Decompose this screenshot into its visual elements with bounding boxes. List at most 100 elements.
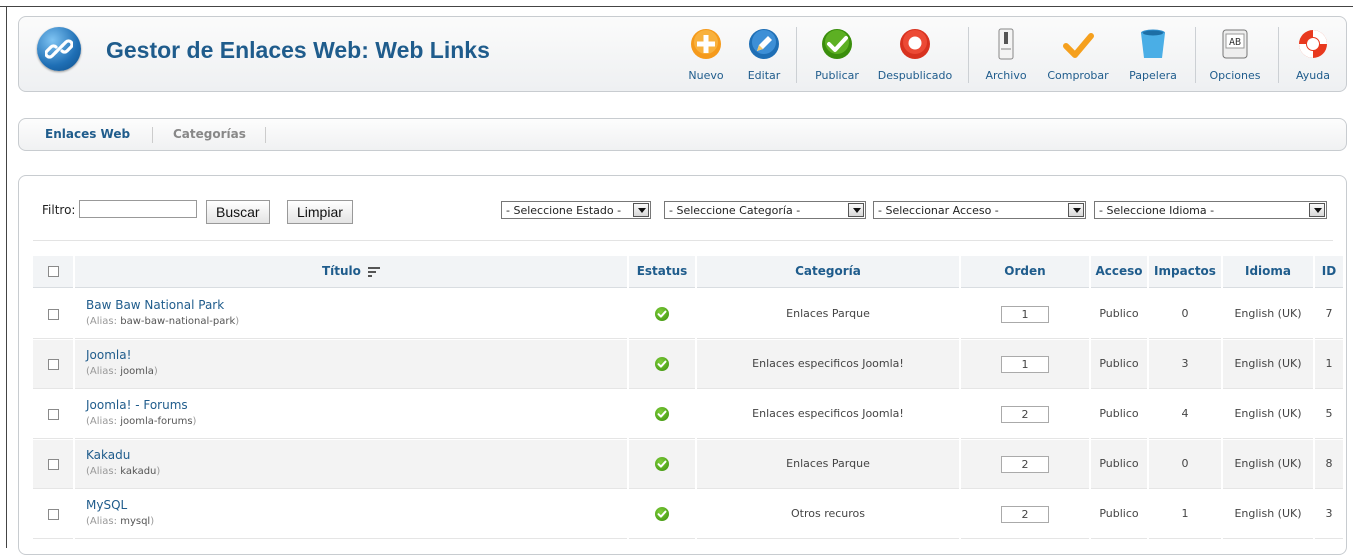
toolbar-separator bbox=[968, 27, 969, 83]
weblink-title-link[interactable]: Kakadu bbox=[86, 448, 130, 462]
window-border-top bbox=[0, 6, 1353, 7]
order-input[interactable]: 1 bbox=[1001, 305, 1049, 323]
main-panel: Filtro: Buscar Limpiar - Seleccione Esta… bbox=[18, 175, 1347, 555]
order-input[interactable]: 2 bbox=[1001, 405, 1049, 423]
trash-button[interactable]: Papelera bbox=[1125, 21, 1181, 87]
new-button[interactable]: Nuevo bbox=[683, 21, 729, 87]
weblink-title-link[interactable]: Joomla! bbox=[86, 348, 131, 362]
header-title[interactable]: Título bbox=[75, 256, 627, 288]
publish-button[interactable]: Publicar bbox=[808, 21, 866, 87]
checkin-button[interactable]: Comprobar bbox=[1045, 21, 1111, 87]
chevron-down-icon bbox=[848, 203, 864, 217]
chevron-down-icon bbox=[1309, 203, 1325, 217]
cell-hits: 3 bbox=[1149, 340, 1221, 389]
state-select[interactable]: - Seleccione Estado - bbox=[501, 201, 651, 219]
cell-category: Enlaces Parque bbox=[697, 290, 959, 339]
cell-id: 8 bbox=[1315, 440, 1343, 489]
published-check-icon[interactable] bbox=[655, 307, 669, 321]
order-input[interactable]: 2 bbox=[1001, 455, 1049, 473]
alias-text: (Alias: joomla-forums) bbox=[86, 416, 197, 427]
header-checkbox-cell bbox=[33, 256, 73, 288]
table-header-row: Título Estatus Categoría Orden Acceso Im… bbox=[33, 256, 1343, 288]
clear-button[interactable]: Limpiar bbox=[287, 200, 353, 224]
filter-divider bbox=[33, 240, 1333, 241]
help-button[interactable]: Ayuda bbox=[1290, 21, 1336, 87]
cell-title: MySQL (Alias: mysql) bbox=[75, 490, 627, 539]
cell-order: 2 bbox=[961, 490, 1089, 539]
published-check-icon[interactable] bbox=[655, 457, 669, 471]
row-checkbox[interactable] bbox=[47, 508, 59, 520]
cell-language: English (UK) bbox=[1223, 440, 1313, 489]
header-order[interactable]: Orden bbox=[961, 256, 1089, 288]
cell-hits: 0 bbox=[1149, 290, 1221, 339]
access-select[interactable]: - Seleccionar Acceso - bbox=[873, 201, 1086, 219]
header-language[interactable]: Idioma bbox=[1223, 256, 1313, 288]
category-select[interactable]: - Seleccione Categoría - bbox=[664, 201, 866, 219]
row-checkbox[interactable] bbox=[47, 358, 59, 370]
language-select[interactable]: - Seleccione Idioma - bbox=[1094, 201, 1327, 219]
table-row: Baw Baw National Park (Alias: baw-baw-nat… bbox=[33, 290, 1343, 339]
options-button[interactable]: AB Opciones bbox=[1207, 21, 1263, 87]
published-check-icon[interactable] bbox=[655, 357, 669, 371]
cell-hits: 0 bbox=[1149, 440, 1221, 489]
unpublish-button[interactable]: Despublicado bbox=[872, 21, 958, 87]
cell-language: English (UK) bbox=[1223, 340, 1313, 389]
table-row: Kakadu (Alias: kakadu) Enlaces Parque 2 Publ… bbox=[33, 440, 1343, 489]
toolbar-separator bbox=[1278, 27, 1279, 83]
row-checkbox[interactable] bbox=[47, 308, 59, 320]
cell-cb bbox=[33, 290, 73, 339]
cell-status bbox=[629, 490, 695, 539]
weblink-title-link[interactable]: Joomla! - Forums bbox=[86, 398, 188, 412]
table-row: Joomla! - Forums (Alias: joomla-forums) En… bbox=[33, 390, 1343, 439]
select-all-checkbox[interactable] bbox=[47, 266, 59, 277]
cell-id: 3 bbox=[1315, 490, 1343, 539]
edit-button[interactable]: Editar bbox=[741, 21, 787, 87]
row-checkbox[interactable] bbox=[47, 458, 59, 470]
svg-text:AB: AB bbox=[1229, 37, 1241, 48]
cell-title: Baw Baw National Park (Alias: baw-baw-nat… bbox=[75, 290, 627, 339]
header-access[interactable]: Acceso bbox=[1091, 256, 1147, 288]
cell-category: Enlaces especificos Joomla! bbox=[697, 340, 959, 389]
alias-text: (Alias: mysql) bbox=[86, 516, 155, 527]
cell-language: English (UK) bbox=[1223, 490, 1313, 539]
order-input[interactable]: 1 bbox=[1001, 355, 1049, 373]
cell-category: Otros recuros bbox=[697, 490, 959, 539]
alias-text: (Alias: baw-baw-national-park) bbox=[86, 316, 240, 327]
filter-label: Filtro: bbox=[42, 203, 76, 217]
check-icon bbox=[820, 27, 854, 61]
cell-id: 5 bbox=[1315, 390, 1343, 439]
table-row: Joomla! (Alias: joomla) Enlaces especifico… bbox=[33, 340, 1343, 389]
header-id[interactable]: ID bbox=[1315, 256, 1343, 288]
cell-access: Publico bbox=[1091, 290, 1147, 339]
unpublish-icon bbox=[898, 27, 932, 61]
weblink-title-link[interactable]: Baw Baw National Park bbox=[86, 298, 224, 312]
archive-button[interactable]: Archivo bbox=[981, 21, 1031, 87]
tab-categories[interactable]: Categorías bbox=[173, 127, 246, 141]
cell-id: 1 bbox=[1315, 340, 1343, 389]
archive-icon bbox=[989, 27, 1023, 61]
published-check-icon[interactable] bbox=[655, 407, 669, 421]
row-checkbox[interactable] bbox=[47, 408, 59, 420]
pencil-icon bbox=[747, 27, 781, 61]
cell-title: Kakadu (Alias: kakadu) bbox=[75, 440, 627, 489]
cell-cb bbox=[33, 490, 73, 539]
cell-status bbox=[629, 290, 695, 339]
header-category[interactable]: Categoría bbox=[697, 256, 959, 288]
plus-icon bbox=[689, 27, 723, 61]
search-button[interactable]: Buscar bbox=[206, 200, 270, 224]
cell-cb bbox=[33, 390, 73, 439]
header-hits[interactable]: Impactos bbox=[1149, 256, 1221, 288]
options-icon: AB bbox=[1218, 27, 1252, 61]
cell-language: English (UK) bbox=[1223, 290, 1313, 339]
page-title: Gestor de Enlaces Web: Web Links bbox=[106, 37, 490, 63]
header-status[interactable]: Estatus bbox=[629, 256, 695, 288]
order-input[interactable]: 2 bbox=[1001, 505, 1049, 523]
filter-search-input[interactable] bbox=[79, 200, 197, 218]
cell-order: 2 bbox=[961, 440, 1089, 489]
cell-status bbox=[629, 440, 695, 489]
cell-title: Joomla! (Alias: joomla) bbox=[75, 340, 627, 389]
tab-weblinks[interactable]: Enlaces Web bbox=[45, 127, 130, 141]
weblink-title-link[interactable]: MySQL bbox=[86, 498, 127, 512]
cell-hits: 1 bbox=[1149, 490, 1221, 539]
published-check-icon[interactable] bbox=[655, 507, 669, 521]
